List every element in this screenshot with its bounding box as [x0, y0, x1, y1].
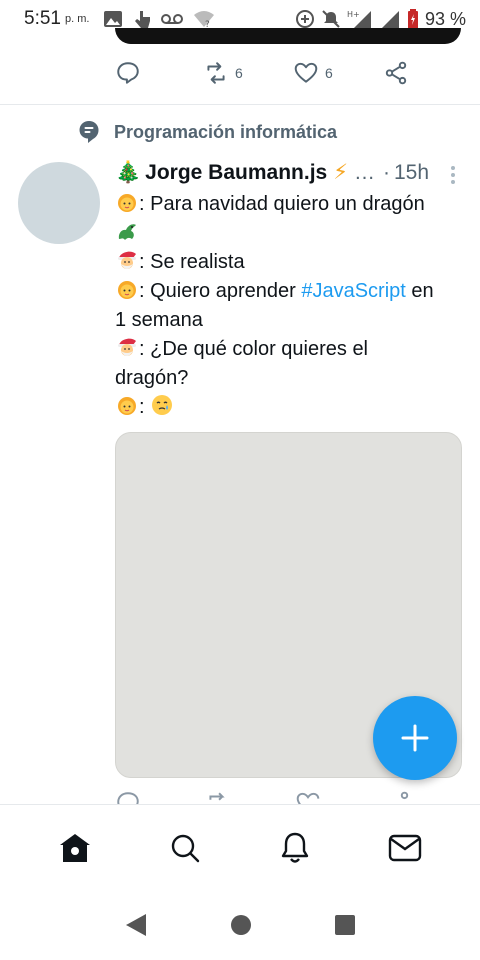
- topic-label: Programación informática: [114, 121, 338, 142]
- hashtag-link[interactable]: #JavaScript: [301, 280, 406, 302]
- share-icon: [385, 61, 407, 85]
- tweet-line: 1 semana: [115, 309, 203, 331]
- voicemail-icon: [161, 14, 184, 24]
- nav-notifications[interactable]: [265, 818, 325, 878]
- bolt-emoji: ⚡: [333, 161, 348, 184]
- like-button[interactable]: 6: [293, 60, 383, 86]
- tear-face-emoji-icon: [152, 395, 173, 415]
- nav-home[interactable]: [45, 818, 105, 878]
- truncation-ellipsis: …: [353, 160, 375, 184]
- reply-icon[interactable]: [115, 790, 141, 804]
- svg-text:?: ?: [205, 20, 210, 28]
- dragon-emoji-icon: [118, 224, 136, 240]
- topic-bubble-icon: [79, 121, 99, 143]
- status-time: 5:51: [24, 8, 61, 29]
- wifi-off-icon: ?: [194, 11, 215, 28]
- signal-h-icon: H+: [347, 10, 371, 29]
- system-icons: H+ 93 %: [295, 9, 466, 30]
- mute-icon: [322, 10, 340, 28]
- nav-search[interactable]: [155, 818, 215, 878]
- heart-icon: [294, 62, 318, 83]
- tweet-actions-obscured: [115, 790, 435, 804]
- recents-icon[interactable]: [334, 914, 356, 936]
- search-icon: [171, 834, 200, 862]
- like-count: 6: [325, 65, 333, 81]
- back-icon[interactable]: [124, 912, 148, 938]
- more-options-icon[interactable]: [449, 164, 457, 186]
- touch-icon: [135, 11, 151, 28]
- status-ampm: p. m.: [64, 13, 90, 25]
- plus-icon: [401, 724, 429, 752]
- girl-emoji-icon: [118, 397, 136, 415]
- nav-messages[interactable]: [375, 818, 435, 878]
- girl-emoji-icon: [118, 194, 136, 212]
- svg-text:H+: H+: [347, 10, 360, 19]
- retweet-button[interactable]: 6: [203, 60, 293, 86]
- share-button[interactable]: [383, 60, 409, 86]
- share-icon[interactable]: [385, 790, 411, 804]
- tweet-time[interactable]: 15h: [394, 161, 429, 185]
- topic-row[interactable]: Programación informática: [78, 120, 337, 144]
- compose-tweet-button[interactable]: [373, 696, 457, 780]
- home-button-icon[interactable]: [230, 914, 252, 936]
- home-icon: [60, 833, 90, 862]
- avatar[interactable]: [18, 162, 100, 244]
- santa-emoji-icon: [118, 338, 136, 356]
- tweet-line: [115, 219, 460, 248]
- tweet-line: dragón?: [115, 367, 189, 389]
- system-navigation: [0, 890, 480, 960]
- santa-emoji-icon: [118, 251, 136, 269]
- battery-percentage: 93 %: [424, 8, 466, 29]
- tweet-divider: [0, 104, 480, 105]
- notifications-icon: [281, 832, 309, 863]
- tweet-header: 🎄 Jorge Baumann.js ⚡ … · 15h: [115, 160, 465, 185]
- heart-icon[interactable]: [295, 790, 321, 804]
- reply-button[interactable]: [115, 60, 203, 86]
- separator-dot: ·: [382, 160, 390, 184]
- messages-icon: [388, 834, 422, 861]
- retweet-count: 6: [235, 65, 243, 81]
- gallery-icon: [104, 11, 123, 27]
- author-name[interactable]: Jorge Baumann.js: [145, 161, 327, 185]
- tweet-line: : Quiero aprender #JavaScript en: [115, 277, 460, 306]
- previous-tweet-actions: 6 6: [115, 60, 415, 86]
- signal-icon: [380, 11, 399, 29]
- reply-icon: [117, 62, 139, 84]
- battery-icon: [407, 9, 418, 29]
- tweet-line: :: [115, 393, 460, 422]
- girl-emoji-icon: [118, 281, 136, 299]
- data-saver-icon: [295, 10, 314, 28]
- retweet-icon[interactable]: [205, 790, 231, 804]
- tweet-line: : ¿De qué color quieres el: [115, 335, 460, 364]
- name-prefix-emoji: 🎄: [115, 160, 142, 184]
- tweet-line: : Para navidad quiero un dragón: [115, 190, 460, 219]
- bottom-navigation: [0, 804, 480, 890]
- retweet-icon: [207, 62, 225, 84]
- tweet-text: : Para navidad quiero un dragón : Se rea…: [115, 190, 460, 422]
- previous-tweet-media[interactable]: [115, 28, 461, 44]
- notification-icons: ?: [103, 9, 215, 29]
- tweet-line: : Se realista: [115, 248, 460, 277]
